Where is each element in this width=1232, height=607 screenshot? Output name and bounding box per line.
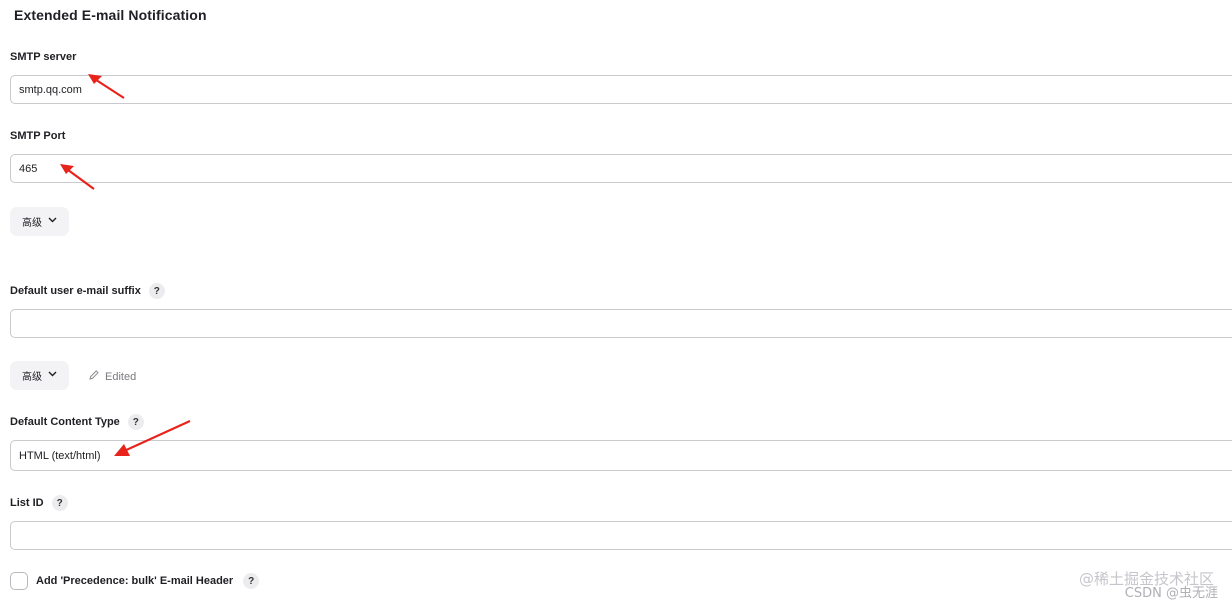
default-suffix-label: Default user e-mail suffix ? bbox=[10, 283, 165, 299]
advanced-button-label: 高级 bbox=[22, 218, 42, 229]
content-type-label: Default Content Type ? bbox=[10, 414, 144, 430]
smtp-port-input[interactable] bbox=[10, 154, 1232, 183]
chevron-down-icon bbox=[48, 217, 57, 226]
content-type-label-text: Default Content Type bbox=[10, 416, 120, 428]
help-icon[interactable]: ? bbox=[127, 414, 144, 430]
watermark: CSDN @虫无涯 bbox=[1124, 586, 1218, 601]
edited-text: Edited bbox=[105, 370, 137, 383]
edited-indicator: Edited bbox=[88, 369, 136, 384]
precedence-checkbox[interactable] bbox=[10, 572, 28, 590]
advanced-button-2[interactable]: 高级 bbox=[10, 361, 69, 390]
help-icon[interactable]: ? bbox=[148, 283, 165, 299]
precedence-label: Add 'Precedence: bulk' E-mail Header bbox=[36, 575, 234, 587]
list-id-label-text: List ID bbox=[10, 497, 44, 509]
help-icon[interactable]: ? bbox=[51, 495, 68, 511]
precedence-row: Add 'Precedence: bulk' E-mail Header ? bbox=[10, 572, 260, 590]
help-icon[interactable]: ? bbox=[243, 573, 260, 589]
section-title: Extended E-mail Notification bbox=[14, 7, 207, 23]
default-suffix-label-text: Default user e-mail suffix bbox=[10, 285, 141, 297]
email-notification-page: Extended E-mail Notification SMTP server… bbox=[0, 0, 1232, 607]
pencil-icon bbox=[88, 369, 100, 384]
smtp-server-input[interactable] bbox=[10, 75, 1232, 104]
content-type-select[interactable] bbox=[10, 440, 1232, 471]
list-id-input[interactable] bbox=[10, 521, 1232, 550]
smtp-port-label-text: SMTP Port bbox=[10, 130, 66, 142]
advanced-button-1[interactable]: 高级 bbox=[10, 207, 69, 236]
smtp-server-label-text: SMTP server bbox=[10, 51, 77, 63]
smtp-port-label: SMTP Port bbox=[10, 130, 65, 142]
advanced-button-label: 高级 bbox=[22, 372, 42, 383]
chevron-down-icon bbox=[48, 371, 57, 380]
smtp-server-label: SMTP server bbox=[10, 51, 76, 63]
default-suffix-input[interactable] bbox=[10, 309, 1232, 338]
list-id-label: List ID ? bbox=[10, 495, 68, 511]
